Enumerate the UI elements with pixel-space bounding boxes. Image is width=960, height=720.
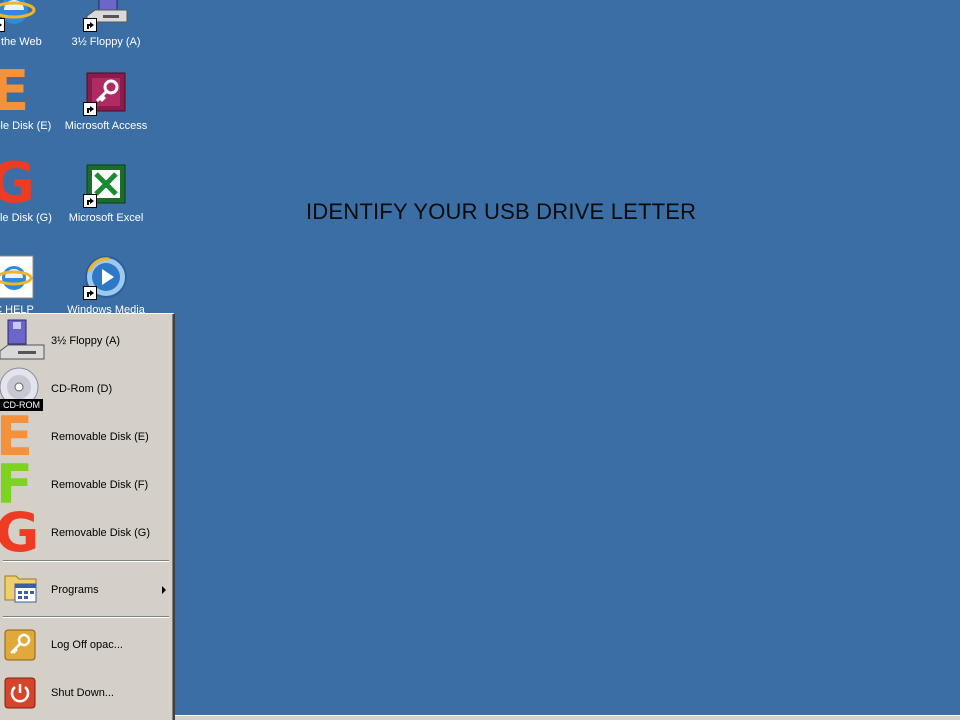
menu-item-label: Removable Disk (E) — [51, 431, 149, 443]
menu-separator — [3, 560, 169, 562]
desktop-icon-removable-g[interactable]: G ovable Disk (G) — [0, 151, 60, 225]
programs-folder-icon — [4, 570, 38, 609]
media-player-icon — [83, 254, 129, 300]
menu-item-label: CD-Rom (D) — [51, 383, 113, 395]
start-menu: 3½ Floppy (A) CD-ROM CD-Rom (D) E Remova… — [0, 313, 175, 720]
drive-letter-g-icon: G — [0, 501, 40, 564]
page-title: IDENTIFY YOUR USB DRIVE LETTER — [306, 199, 697, 224]
desktop-icon-browse-web[interactable]: se the Web — [0, 0, 60, 49]
desktop-icon-ic-help[interactable]: C HELP — [0, 254, 60, 317]
shut-down-icon — [4, 677, 36, 712]
desktop-icon-ms-excel[interactable]: Microsoft Excel — [60, 162, 152, 225]
shortcut-arrow-icon — [0, 18, 5, 32]
taskbar — [175, 715, 960, 720]
menu-item-label: Removable Disk (F) — [51, 479, 149, 491]
menu-item-label: Removable Disk (G) — [51, 527, 151, 539]
floppy-drive-icon — [0, 317, 46, 368]
menu-item-programs[interactable]: Programs — [0, 566, 172, 614]
menu-item-floppy-a[interactable]: 3½ Floppy (A) — [0, 317, 172, 365]
drive-letter-e-icon: E — [0, 59, 30, 124]
menu-item-log-off[interactable]: Log Off opac... — [0, 621, 172, 669]
desktop-icon-label: se the Web — [0, 36, 42, 48]
desktop-icon-label: Microsoft Excel — [68, 212, 144, 224]
desktop-icon-windows-media[interactable]: Windows Media — [60, 254, 152, 317]
floppy-drive-icon — [83, 0, 129, 32]
menu-item-label: Programs — [51, 584, 99, 596]
shortcut-arrow-icon — [83, 18, 97, 32]
internet-explorer-icon — [0, 254, 37, 300]
log-off-key-icon — [4, 629, 36, 664]
desktop-icon-removable-e[interactable]: E ovable Disk (E) — [0, 59, 60, 133]
menu-item-label: 3½ Floppy (A) — [51, 335, 121, 347]
excel-icon — [83, 162, 129, 208]
submenu-arrow-icon — [162, 586, 166, 594]
desktop-icon-floppy-a[interactable]: 3½ Floppy (A) — [60, 0, 152, 49]
internet-explorer-icon — [0, 0, 37, 32]
shortcut-arrow-icon — [83, 102, 97, 116]
access-key-icon — [83, 70, 129, 116]
menu-item-removable-g[interactable]: G Removable Disk (G) — [0, 501, 172, 564]
menu-separator — [3, 616, 169, 618]
desktop-icon-label: 3½ Floppy (A) — [71, 36, 141, 48]
shortcut-arrow-icon — [83, 194, 97, 208]
menu-item-label: Log Off opac... — [51, 639, 123, 651]
menu-item-shut-down[interactable]: Shut Down... — [0, 669, 172, 717]
desktop-icon-ms-access[interactable]: Microsoft Access — [60, 70, 152, 133]
desktop-icon-label: Microsoft Access — [64, 120, 148, 132]
shortcut-arrow-icon — [83, 286, 97, 300]
menu-item-label: Shut Down... — [51, 687, 114, 699]
desktop: se the Web 3½ Floppy (A) E ovable Disk (… — [0, 0, 960, 720]
drive-letter-g-icon: G — [0, 151, 35, 216]
